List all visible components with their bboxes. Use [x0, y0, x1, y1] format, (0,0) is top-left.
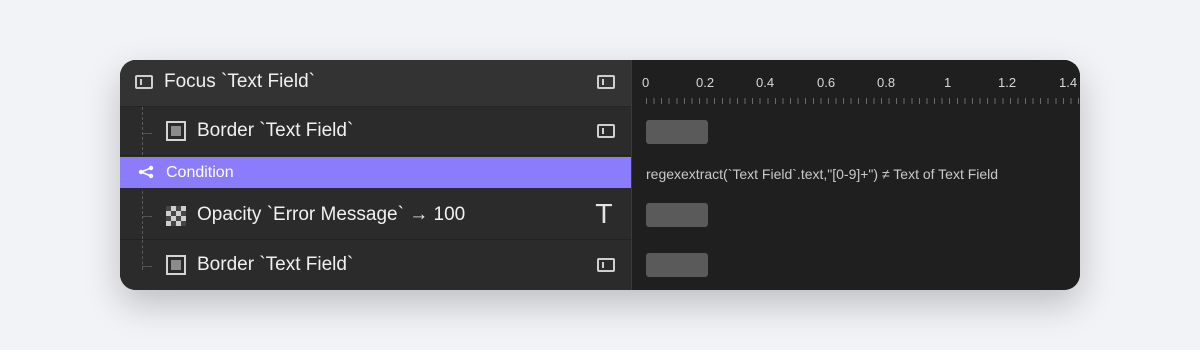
time-ruler[interactable]: 0 0.2 0.4 0.6 0.8 1 1.2 1.4 [632, 60, 1080, 106]
tick-label: 0.4 [756, 75, 775, 90]
action-label: Border `Text Field` [197, 120, 354, 141]
timeline-column: 0 0.2 0.4 0.6 0.8 1 1.2 1.4 regexextract… [632, 60, 1080, 290]
text-icon[interactable]: T [596, 200, 612, 230]
condition-expression: regexextract(`Text Field`.text,"[0-9]+")… [646, 166, 999, 182]
action-row-border-2[interactable]: Border `Text Field` [120, 240, 631, 290]
tick-label: 1.2 [998, 75, 1017, 90]
frame-icon [135, 75, 153, 89]
frame-target-icon[interactable] [597, 124, 615, 138]
tree-branch [142, 266, 152, 267]
layers-column: Focus `Text Field` Border `Text Field` C… [120, 60, 631, 290]
action-label: Opacity `Error Message` → 100 [197, 204, 466, 225]
tree-branch [142, 133, 152, 134]
share-icon [138, 165, 154, 179]
action-row-opacity[interactable]: Opacity `Error Message` → 100 T [120, 191, 631, 240]
tick-label: 1 [944, 75, 952, 90]
timeline-block-border-2[interactable] [646, 253, 708, 277]
tree-connector [142, 191, 143, 239]
trigger-label: Focus `Text Field` [164, 71, 315, 92]
ruler-ticks [646, 98, 1080, 104]
tick-label: 0.2 [696, 75, 715, 90]
border-icon [166, 255, 186, 275]
condition-label: Condition [166, 164, 234, 181]
timeline-block-border-1[interactable] [646, 120, 708, 144]
tick-label: 0 [642, 75, 650, 90]
frame-target-icon[interactable] [597, 75, 615, 89]
action-label: Border `Text Field` [197, 254, 354, 275]
border-icon [166, 121, 186, 141]
timeline-block-opacity[interactable] [646, 203, 708, 227]
tick-label: 0.6 [817, 75, 836, 90]
frame-target-icon[interactable] [597, 258, 615, 272]
condition-row[interactable]: Condition [120, 157, 631, 188]
tree-branch [142, 216, 152, 217]
tree-connector [142, 107, 143, 155]
action-row-border-1[interactable]: Border `Text Field` [120, 107, 631, 156]
trigger-row-focus[interactable]: Focus `Text Field` [120, 60, 631, 107]
tick-label: 1.4 [1059, 75, 1078, 90]
checkerboard-icon [166, 206, 186, 226]
interaction-panel: Focus `Text Field` Border `Text Field` C… [120, 60, 1080, 290]
tick-label: 0.8 [877, 75, 896, 90]
